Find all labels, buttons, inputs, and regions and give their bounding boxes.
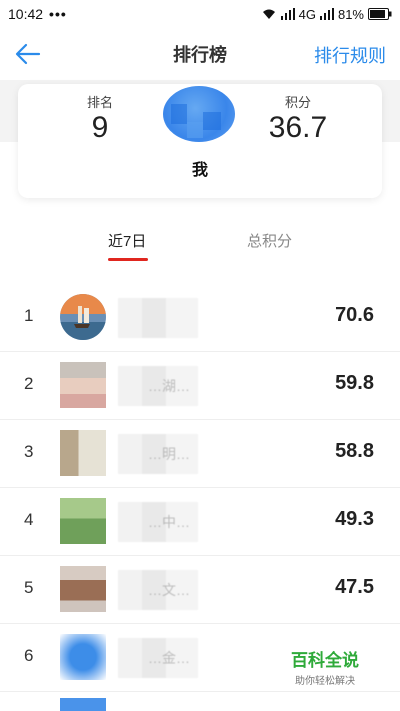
page-title: 排行榜 [173, 45, 227, 65]
list-item[interactable]: 5 …文… 47.5 [0, 556, 400, 624]
watermark-title: 百科全说 [291, 651, 359, 670]
wifi-icon [262, 9, 275, 19]
user-score: 47.5 [335, 576, 374, 598]
user-score: 59.8 [335, 372, 374, 394]
score-value: 36.7 [268, 111, 328, 144]
rank-number: 3 [24, 442, 34, 461]
user-score: 70.6 [335, 304, 374, 326]
network-type: 4G [298, 6, 316, 22]
tab-total-points[interactable]: 总积分 [247, 230, 292, 251]
active-tab-indicator [108, 258, 148, 261]
avatar [60, 698, 106, 711]
back-button[interactable] [14, 40, 42, 68]
list-item[interactable]: 2 …湖… 59.8 [0, 352, 400, 420]
user-score: 58.8 [335, 440, 374, 462]
user-name: …中… [118, 502, 198, 542]
status-time: 10:42 [8, 6, 44, 22]
rank-number: 6 [24, 646, 34, 665]
user-name: …文… [118, 570, 198, 610]
status-right: 4G 81% [261, 7, 392, 22]
my-name: 我 [191, 162, 208, 179]
watermark-subtitle: 助你轻松解决 [295, 676, 355, 687]
my-score: 积分 36.7 [258, 92, 338, 145]
status-left: 10:42 ••• [8, 6, 67, 22]
my-rank: 排名 9 [60, 92, 140, 145]
status-bar: 10:42 ••• 4G 81% [0, 0, 400, 28]
list-item[interactable]: 4 …中… 49.3 [0, 488, 400, 556]
user-name: …湖… [118, 366, 198, 406]
list-item[interactable]: 1 70.6 [0, 284, 400, 352]
list-item[interactable]: 3 …明… 58.8 [0, 420, 400, 488]
rank-number: 1 [24, 306, 34, 325]
battery-icon [368, 8, 392, 20]
user-score: 49.3 [335, 508, 374, 530]
status-dots: ••• [49, 6, 67, 22]
battery-percent: 81% [337, 6, 364, 22]
rank-number: 5 [24, 578, 34, 597]
avatar [60, 362, 106, 408]
signal-icon [319, 8, 334, 20]
user-name: …金… [118, 638, 198, 678]
signal-icon [280, 8, 295, 20]
my-summary-card: 排名 9 我 积分 36.7 [18, 84, 382, 198]
avatar [60, 430, 106, 476]
avatar [60, 634, 106, 680]
rank-number: 2 [24, 374, 34, 393]
rank-value: 9 [91, 111, 109, 144]
period-tabs: 近7日 总积分 [0, 224, 400, 264]
avatar [60, 498, 106, 544]
tab-last-7-days[interactable]: 近7日 [108, 230, 146, 251]
avatar [60, 294, 106, 340]
back-arrow-icon [15, 43, 41, 65]
score-label: 积分 [284, 95, 311, 110]
user-name [118, 298, 198, 338]
ranking-list: 1 70.6 2 …湖… 59.8 3 …明… 58.8 4 …中… 49.3 [0, 284, 400, 692]
user-name: …明… [118, 434, 198, 474]
ranking-rules-link[interactable]: 排行规则 [314, 42, 386, 68]
avatar [163, 86, 235, 142]
rank-number: 4 [24, 510, 34, 529]
nav-header: 排行榜 排行规则 [0, 28, 400, 80]
rank-label: 排名 [86, 95, 113, 110]
avatar [60, 566, 106, 612]
watermark-logo: 百科全说 助你轻松解决 [284, 646, 366, 687]
